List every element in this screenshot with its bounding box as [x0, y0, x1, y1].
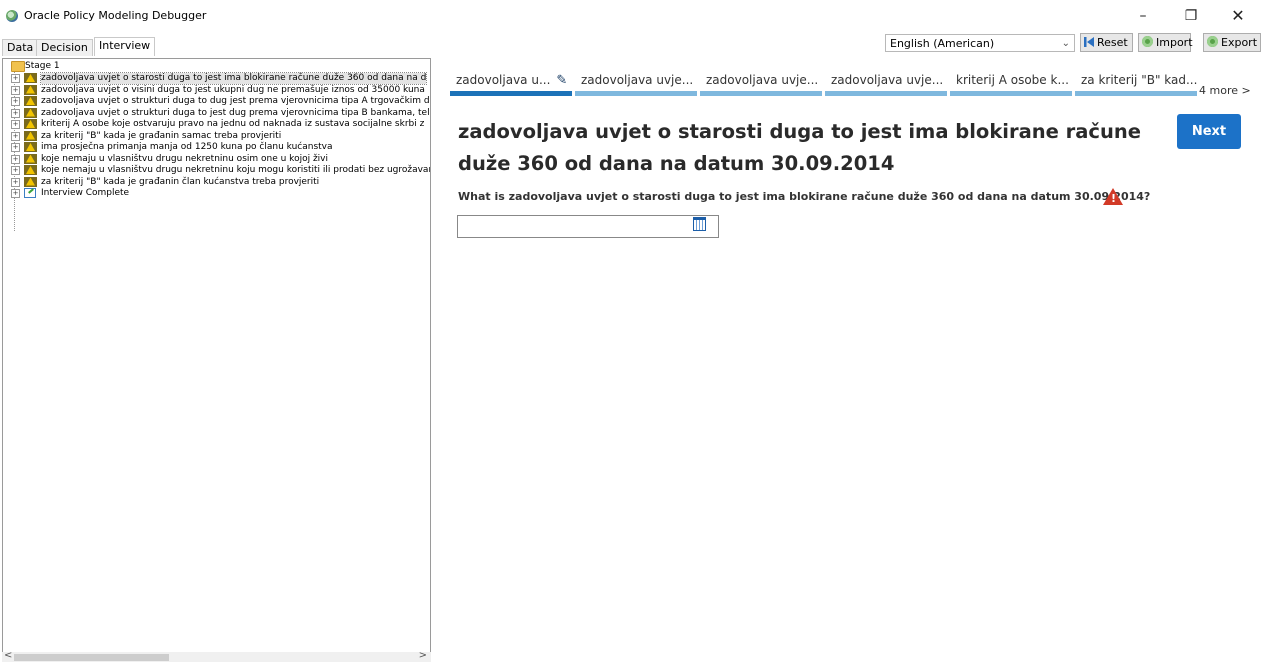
stage-tab-3[interactable]: zadovoljava uvje...: [700, 72, 822, 98]
app-icon: [6, 10, 18, 22]
warning-icon: [24, 84, 37, 95]
stage-progress-tabs: zadovoljava u... ✎ zadovoljava uvje... za…: [450, 72, 1260, 102]
stage-tab-1[interactable]: zadovoljava u... ✎: [450, 72, 572, 98]
tab-decision[interactable]: Decision: [36, 39, 93, 56]
stage-tab-label: zadovoljava uvje...: [831, 73, 944, 87]
stage-tab-label: zadovoljava uvje...: [706, 73, 819, 87]
interview-tree[interactable]: Stage 1 + zadovoljava uvjet o starosti d…: [2, 58, 431, 662]
export-label: Export: [1221, 36, 1258, 49]
question-prompt: What is zadovoljava uvjet o starosti dug…: [458, 190, 1151, 203]
export-button[interactable]: Export: [1203, 33, 1261, 52]
import-button[interactable]: Import: [1138, 33, 1193, 52]
tree-root-label: Stage 1: [25, 61, 60, 71]
language-select[interactable]: English (American) ⌄: [885, 34, 1075, 52]
expand-icon[interactable]: +: [11, 85, 20, 95]
tree-item-label: zadovoljava uvjet o strukturi duga to du…: [41, 96, 430, 106]
warning-icon: [24, 153, 37, 164]
expand-icon[interactable]: +: [11, 120, 20, 129]
warning-icon: [24, 176, 37, 187]
expand-icon[interactable]: +: [11, 97, 20, 106]
tree-item-label: ima prosječna primanja manja od 1250 kun…: [41, 142, 333, 152]
warning-icon: [24, 119, 37, 129]
stage-tab-5[interactable]: kriterij A osobe k...: [950, 72, 1072, 98]
more-stages-link[interactable]: 4 more >: [1199, 84, 1251, 97]
stage-tab-4[interactable]: zadovoljava uvje...: [825, 72, 947, 98]
date-input[interactable]: [457, 215, 719, 238]
export-icon: [1207, 36, 1218, 47]
warning-icon: [24, 107, 37, 118]
tree-item-label: zadovoljava uvjet o strukturi duga to je…: [41, 107, 430, 118]
warning-icon: [24, 130, 37, 141]
tree-item-label: za kriterij "B" kada je građanin član ku…: [41, 176, 320, 187]
progress-bar: [1075, 91, 1197, 96]
interview-complete-icon: [24, 188, 36, 198]
maximize-button[interactable]: ❐: [1168, 0, 1214, 32]
expand-icon[interactable]: +: [11, 143, 20, 152]
scroll-left-icon[interactable]: <: [4, 650, 12, 661]
progress-bar: [575, 91, 697, 96]
tree-item-label: Interview Complete: [41, 188, 130, 198]
tree-item-label: zadovoljava uvjet o starosti duga to jes…: [39, 72, 428, 85]
reset-button[interactable]: Reset: [1080, 33, 1133, 52]
tab-data[interactable]: Data: [2, 39, 39, 56]
progress-bar: [700, 91, 822, 96]
import-icon: [1142, 36, 1153, 47]
expand-icon[interactable]: +: [11, 177, 20, 187]
tab-interview[interactable]: Interview: [94, 37, 156, 56]
warning-icon: [24, 73, 37, 83]
tree-item-label: koje nemaju u vlasništvu drugu nekretnin…: [41, 165, 431, 175]
stage-tab-2[interactable]: zadovoljava uvje...: [575, 72, 697, 98]
title-bar: Oracle Policy Modeling Debugger – ❐ ✕: [0, 0, 1261, 32]
chevron-down-icon: ⌄: [1061, 38, 1070, 49]
tree-item-label: zadovoljava uvjet o visini duga to jest …: [41, 84, 425, 95]
tree-item-label: koje nemaju u vlasništvu drugu nekretnin…: [41, 153, 328, 164]
expand-icon[interactable]: +: [11, 166, 20, 175]
reset-icon: [1084, 37, 1094, 47]
progress-bar: [825, 91, 947, 96]
expand-icon[interactable]: +: [11, 74, 20, 83]
horizontal-scrollbar[interactable]: < >: [2, 650, 431, 662]
warning-icon: [24, 96, 37, 106]
scrollbar-thumb[interactable]: [14, 654, 169, 661]
calendar-icon[interactable]: [693, 217, 706, 231]
stage-tab-label: zadovoljava u...: [456, 73, 551, 87]
close-button[interactable]: ✕: [1215, 0, 1261, 32]
import-label: Import: [1156, 36, 1193, 49]
window-title: Oracle Policy Modeling Debugger: [24, 9, 207, 22]
pencil-icon: ✎: [556, 73, 568, 88]
expand-icon[interactable]: +: [11, 131, 20, 141]
tree-item-label: kriterij A osobe koje ostvaruju pravo na…: [41, 119, 425, 129]
progress-bar: [950, 91, 1072, 96]
language-value: English (American): [890, 37, 995, 50]
stage-tab-label: za kriterij "B" kad...: [1081, 73, 1198, 87]
stage-tab-label: kriterij A osobe k...: [956, 73, 1069, 87]
warning-icon: [24, 165, 37, 175]
stage-tab-6[interactable]: za kriterij "B" kad...: [1075, 72, 1197, 98]
tree-item-label: za kriterij "B" kada je građanin samac t…: [41, 130, 282, 141]
stage-tab-label: zadovoljava uvje...: [581, 73, 694, 87]
minimize-button[interactable]: –: [1120, 0, 1166, 32]
expand-icon[interactable]: +: [11, 108, 20, 118]
page-title: zadovoljava uvjet o starosti duga to jes…: [458, 120, 1141, 175]
warning-icon: [24, 142, 37, 152]
reset-label: Reset: [1097, 36, 1128, 49]
folder-icon: [11, 61, 25, 72]
progress-bar: [450, 91, 572, 96]
left-tab-strip: Data Decision Interview: [0, 37, 440, 56]
next-button[interactable]: Next: [1177, 114, 1241, 149]
expand-icon[interactable]: +: [11, 154, 20, 164]
scroll-right-icon[interactable]: >: [419, 650, 427, 661]
expand-icon[interactable]: +: [11, 189, 20, 198]
